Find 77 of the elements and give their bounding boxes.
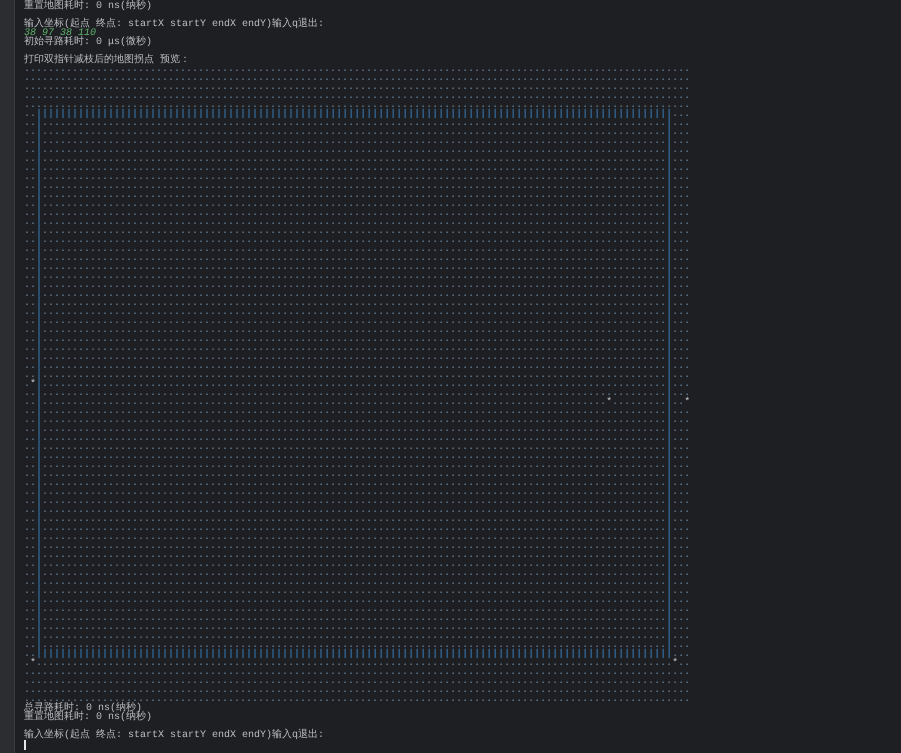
- map-row: ..|........................................................................................................|...: [24, 596, 690, 605]
- map-row: ..|........................................................................................................|...: [24, 434, 690, 443]
- map-row: ..|........................................................................................................|...: [24, 164, 690, 173]
- map-row: ..|........................................................................................................|...: [24, 227, 690, 236]
- map-row: ..|........................................................................................................|...: [24, 236, 690, 245]
- map-row: ..|........................................................................................................|...: [24, 632, 690, 641]
- output-line: 重置地图耗时: 0 ns(纳秒): [24, 2, 152, 11]
- map-row: ..|........................................................................................................|...: [24, 542, 690, 551]
- map-row: ..|........................................................................................................|...: [24, 587, 690, 596]
- map-row: ...............................................................................................................: [24, 92, 690, 101]
- map-row: ..|........................................................................................................|...: [24, 200, 690, 209]
- map-row: ...............................................................................................................: [24, 686, 690, 695]
- map-row: ..|........................................................................................................|...: [24, 272, 690, 281]
- map-row: ..|........................................................................................................|...: [24, 425, 690, 434]
- text-cursor: [24, 740, 26, 750]
- map-row: ...............................................................................................................: [24, 101, 690, 110]
- map-row: ..|........................................................................................................|...: [24, 335, 690, 344]
- map-row: ..|........................................................................................................|...: [24, 488, 690, 497]
- output-line: 输入坐标(起点 终点: startX startY endX endY)输入q退出:: [24, 20, 324, 29]
- map-row: ..|........................................................................................................|...: [24, 614, 690, 623]
- map-row: ..|........................................................................................................|...: [24, 173, 690, 182]
- map-row: ...............................................................................................................: [24, 677, 690, 686]
- map-row: ..|..............................................................................................*.........|..*: [24, 398, 690, 407]
- map-row: ..|........................................................................................................|...: [24, 137, 690, 146]
- map-row: ..|........................................................................................................|...: [24, 605, 690, 614]
- map-row: ..|........................................................................................................|...: [24, 479, 690, 488]
- map-row: ..|........................................................................................................|...: [24, 299, 690, 308]
- map-row: ..||||||||||||||||||||||||||||||||||||||||||||||||||||||||||||||||||||||||||||||||||||||||||||||||||||||||||...: [24, 650, 690, 659]
- map-row: ...............................................................................................................: [24, 65, 690, 74]
- map-row: ...............................................................................................................: [24, 83, 690, 92]
- map-row: ..|........................................................................................................|...: [24, 452, 690, 461]
- output-line: 重置地图耗时: 0 ns(纳秒): [24, 713, 152, 722]
- map-row: ..|........................................................................................................|...: [24, 254, 690, 263]
- map-row: ..|........................................................................................................|...: [24, 470, 690, 479]
- map-row: ..|........................................................................................................|...: [24, 191, 690, 200]
- map-row: ..|........................................................................................................|...: [24, 533, 690, 542]
- map-row: ..|........................................................................................................|...: [24, 560, 690, 569]
- map-row: ..|........................................................................................................|...: [24, 506, 690, 515]
- map-row: ..|........................................................................................................|...: [24, 218, 690, 227]
- map-row: ..|........................................................................................................|...: [24, 371, 690, 380]
- map-row: ..|........................................................................................................|...: [24, 245, 690, 254]
- map-row: ..|........................................................................................................|...: [24, 461, 690, 470]
- output-line: 初始寻路耗时: 0 μs(微秒): [24, 38, 152, 47]
- map-row: ..|........................................................................................................|...: [24, 128, 690, 137]
- map-row: ..|........................................................................................................|...: [24, 569, 690, 578]
- output-line: 输入坐标(起点 终点: startX startY endX endY)输入q退出:: [24, 731, 324, 740]
- map-row: ..|........................................................................................................|...: [24, 407, 690, 416]
- map-row: ..|........................................................................................................|...: [24, 578, 690, 587]
- map-row: ..|........................................................................................................|...: [24, 155, 690, 164]
- map-row: ..|........................................................................................................|...: [24, 362, 690, 371]
- map-row: ..|........................................................................................................|...: [24, 326, 690, 335]
- map-row: ..|........................................................................................................|...: [24, 317, 690, 326]
- map-row: ..|........................................................................................................|...: [24, 443, 690, 452]
- map-row: ..|........................................................................................................|...: [24, 353, 690, 362]
- map-row: ..|........................................................................................................|...: [24, 281, 690, 290]
- map-row: ...............................................................................................................: [24, 668, 690, 677]
- map-row: ..|........................................................................................................|...: [24, 416, 690, 425]
- map-row: ..|........................................................................................................|...: [24, 119, 690, 128]
- map-row: ..|........................................................................................................|...: [24, 344, 690, 353]
- map-row: ..|........................................................................................................|...: [24, 308, 690, 317]
- map-row: ..||||||||||||||||||||||||||||||||||||||||||||||||||||||||||||||||||||||||||||||||||||||||||||||||||||||||||...: [24, 110, 690, 119]
- map-row: ..|........................................................................................................|...: [24, 209, 690, 218]
- map-row: .*|........................................................................................................|...: [24, 380, 690, 389]
- map-row: ..|........................................................................................................|...: [24, 263, 690, 272]
- map-row: ..|........................................................................................................|...: [24, 641, 690, 650]
- map-row: ..|........................................................................................................|...: [24, 515, 690, 524]
- map-row: ..|........................................................................................................|...: [24, 182, 690, 191]
- map-row: ..|........................................................................................................|...: [24, 389, 690, 398]
- map-row: ..|........................................................................................................|...: [24, 524, 690, 533]
- map-row: ..|........................................................................................................|...: [24, 290, 690, 299]
- map-row: ...............................................................................................................: [24, 74, 690, 83]
- output-line: 打印双指针减枝后的地图拐点 预览：: [24, 56, 190, 65]
- map-row: ..|........................................................................................................|...: [24, 146, 690, 155]
- map-row: ..|........................................................................................................|...: [24, 497, 690, 506]
- map-row: ..|........................................................................................................|...: [24, 551, 690, 560]
- map-row: .*..........................................................................................................*..: [24, 659, 690, 668]
- map-row: ..|........................................................................................................|...: [24, 623, 690, 632]
